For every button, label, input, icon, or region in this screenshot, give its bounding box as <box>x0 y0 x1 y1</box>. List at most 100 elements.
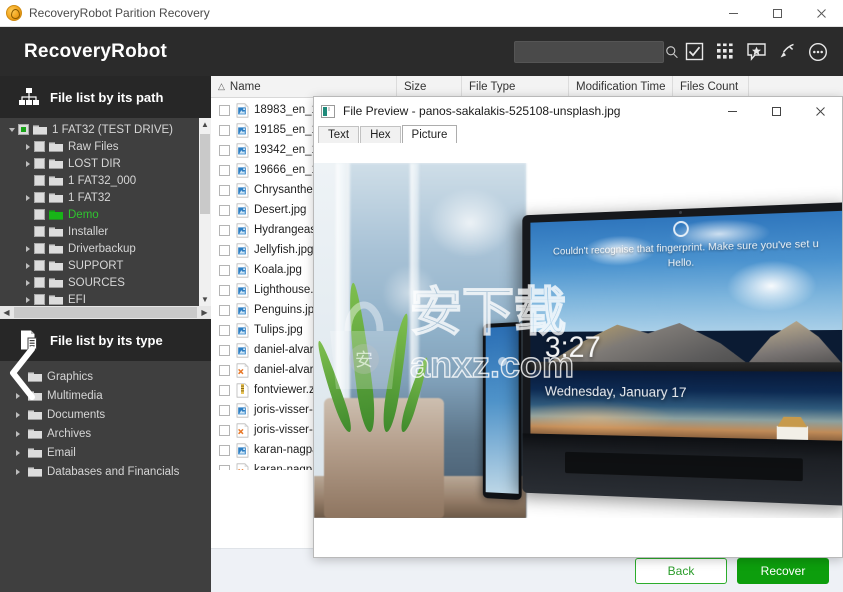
minimize-button[interactable] <box>711 0 755 27</box>
tree-vertical-scrollbar[interactable]: ▲ ▼ <box>199 118 211 306</box>
file-list-column-headers[interactable]: △ Name Size File Type Modification Time Files… <box>211 75 843 98</box>
row-checkbox[interactable] <box>219 104 230 116</box>
chevron-right-icon[interactable] <box>16 430 20 437</box>
row-checkbox[interactable] <box>219 284 230 296</box>
row-checkbox[interactable] <box>219 384 230 396</box>
tree-item[interactable]: LOST DIR <box>0 155 199 172</box>
tree-checkbox[interactable] <box>34 158 45 169</box>
tree-item[interactable]: Demo <box>0 206 199 223</box>
chevron-right-icon[interactable] <box>26 262 30 269</box>
tree-checkbox[interactable] <box>34 277 45 288</box>
row-checkbox[interactable] <box>219 164 230 176</box>
column-header[interactable]: △ Name <box>211 75 397 98</box>
scroll-up-arrow[interactable]: ▲ <box>199 118 211 131</box>
scrollbar-thumb[interactable] <box>200 134 210 214</box>
scroll-down-arrow[interactable]: ▼ <box>199 293 211 306</box>
search-icon[interactable] <box>665 45 679 59</box>
row-checkbox[interactable] <box>219 304 230 316</box>
tree-twisty[interactable] <box>22 160 34 167</box>
collapse-panel-chevron-icon[interactable] <box>8 344 38 402</box>
tree-item[interactable]: SUPPORT <box>0 257 199 274</box>
tree-item[interactable]: 1 FAT32 <box>0 189 199 206</box>
chevron-right-icon[interactable] <box>26 143 30 150</box>
chevron-right-icon[interactable] <box>26 245 30 252</box>
tree-checkbox[interactable] <box>34 209 45 220</box>
column-header[interactable]: Files Count <box>673 75 749 98</box>
chevron-right-icon[interactable] <box>16 468 20 475</box>
tree-twisty[interactable] <box>22 245 34 252</box>
tree-twisty[interactable] <box>12 468 24 475</box>
recover-button[interactable]: Recover <box>737 557 829 584</box>
tree-item[interactable]: Raw Files <box>0 138 199 155</box>
row-checkbox[interactable] <box>219 424 230 436</box>
tree-horizontal-scrollbar[interactable]: ◀ ▶ <box>0 306 211 319</box>
file-type-item[interactable]: Databases and Financials <box>0 462 211 481</box>
tree-item[interactable]: Installer <box>0 223 199 240</box>
preview-tab-picture[interactable]: Picture <box>401 125 458 143</box>
preview-close-button[interactable] <box>798 97 842 125</box>
tree-checkbox[interactable] <box>34 294 45 305</box>
row-checkbox[interactable] <box>219 264 230 276</box>
maximize-button[interactable] <box>755 0 799 27</box>
preview-minimize-button[interactable] <box>710 97 754 125</box>
chevron-right-icon[interactable] <box>26 296 30 303</box>
preview-maximize-button[interactable] <box>754 97 798 125</box>
tree-checkbox[interactable] <box>34 243 45 254</box>
tree-twisty[interactable] <box>12 411 24 418</box>
row-checkbox[interactable] <box>219 124 230 136</box>
row-checkbox[interactable] <box>219 364 230 376</box>
scroll-right-arrow[interactable]: ▶ <box>198 306 211 319</box>
feedback-star-icon[interactable] <box>743 39 769 65</box>
row-checkbox[interactable] <box>219 244 230 256</box>
tree-checkbox[interactable] <box>34 192 45 203</box>
row-checkbox[interactable] <box>219 184 230 196</box>
grid-view-icon[interactable] <box>712 39 738 65</box>
file-type-item[interactable]: Email <box>0 443 211 462</box>
tree-item[interactable]: 1 FAT32_000 <box>0 172 199 189</box>
tree-item[interactable]: EFI <box>0 291 199 306</box>
file-type-item[interactable]: Archives <box>0 424 211 443</box>
preview-tabs[interactable]: Text Hex Picture <box>314 125 842 143</box>
key-activate-icon[interactable] <box>774 39 800 65</box>
row-checkbox[interactable] <box>219 204 230 216</box>
scrollbar-thumb-h[interactable] <box>14 307 197 318</box>
tree-twisty[interactable] <box>22 296 34 303</box>
tree-checkbox[interactable] <box>34 141 45 152</box>
preview-tab-text[interactable]: Text <box>318 126 360 143</box>
row-checkbox[interactable] <box>219 324 230 336</box>
close-button[interactable] <box>799 0 843 27</box>
preview-tab-hex[interactable]: Hex <box>360 126 401 143</box>
tree-checkbox[interactable] <box>34 175 45 186</box>
row-checkbox[interactable] <box>219 344 230 356</box>
column-header[interactable]: File Type <box>462 75 569 98</box>
checkbox-select-icon[interactable] <box>681 39 707 65</box>
more-options-icon[interactable] <box>805 39 831 65</box>
tree-checkbox[interactable] <box>18 124 29 135</box>
tree-twisty[interactable] <box>22 262 34 269</box>
column-header[interactable]: Modification Time <box>569 75 673 98</box>
search-input[interactable] <box>523 45 665 58</box>
tree-checkbox[interactable] <box>34 260 45 271</box>
tree-twisty[interactable] <box>22 279 34 286</box>
tree-twisty[interactable] <box>6 127 18 132</box>
scroll-left-arrow[interactable]: ◀ <box>0 306 13 319</box>
tree-item[interactable]: 1 FAT32 (TEST DRIVE) <box>0 121 199 138</box>
chevron-right-icon[interactable] <box>26 279 30 286</box>
tree-twisty[interactable] <box>12 430 24 437</box>
row-checkbox[interactable] <box>219 144 230 156</box>
chevron-right-icon[interactable] <box>26 160 30 167</box>
tree-checkbox[interactable] <box>34 226 45 237</box>
chevron-right-icon[interactable] <box>16 411 20 418</box>
row-checkbox[interactable] <box>219 444 230 456</box>
chevron-down-icon[interactable] <box>9 127 15 132</box>
search-box[interactable] <box>514 40 678 63</box>
tree-twisty[interactable] <box>22 194 34 201</box>
chevron-right-icon[interactable] <box>26 194 30 201</box>
chevron-right-icon[interactable] <box>16 449 20 456</box>
drive-tree[interactable]: 1 FAT32 (TEST DRIVE) Raw Files LOST DIR 1 F… <box>0 118 199 306</box>
row-checkbox[interactable] <box>219 224 230 236</box>
tree-item[interactable]: SOURCES <box>0 274 199 291</box>
tree-item[interactable]: Driverbackup <box>0 240 199 257</box>
back-button[interactable]: Back <box>635 557 727 584</box>
tree-twisty[interactable] <box>22 143 34 150</box>
